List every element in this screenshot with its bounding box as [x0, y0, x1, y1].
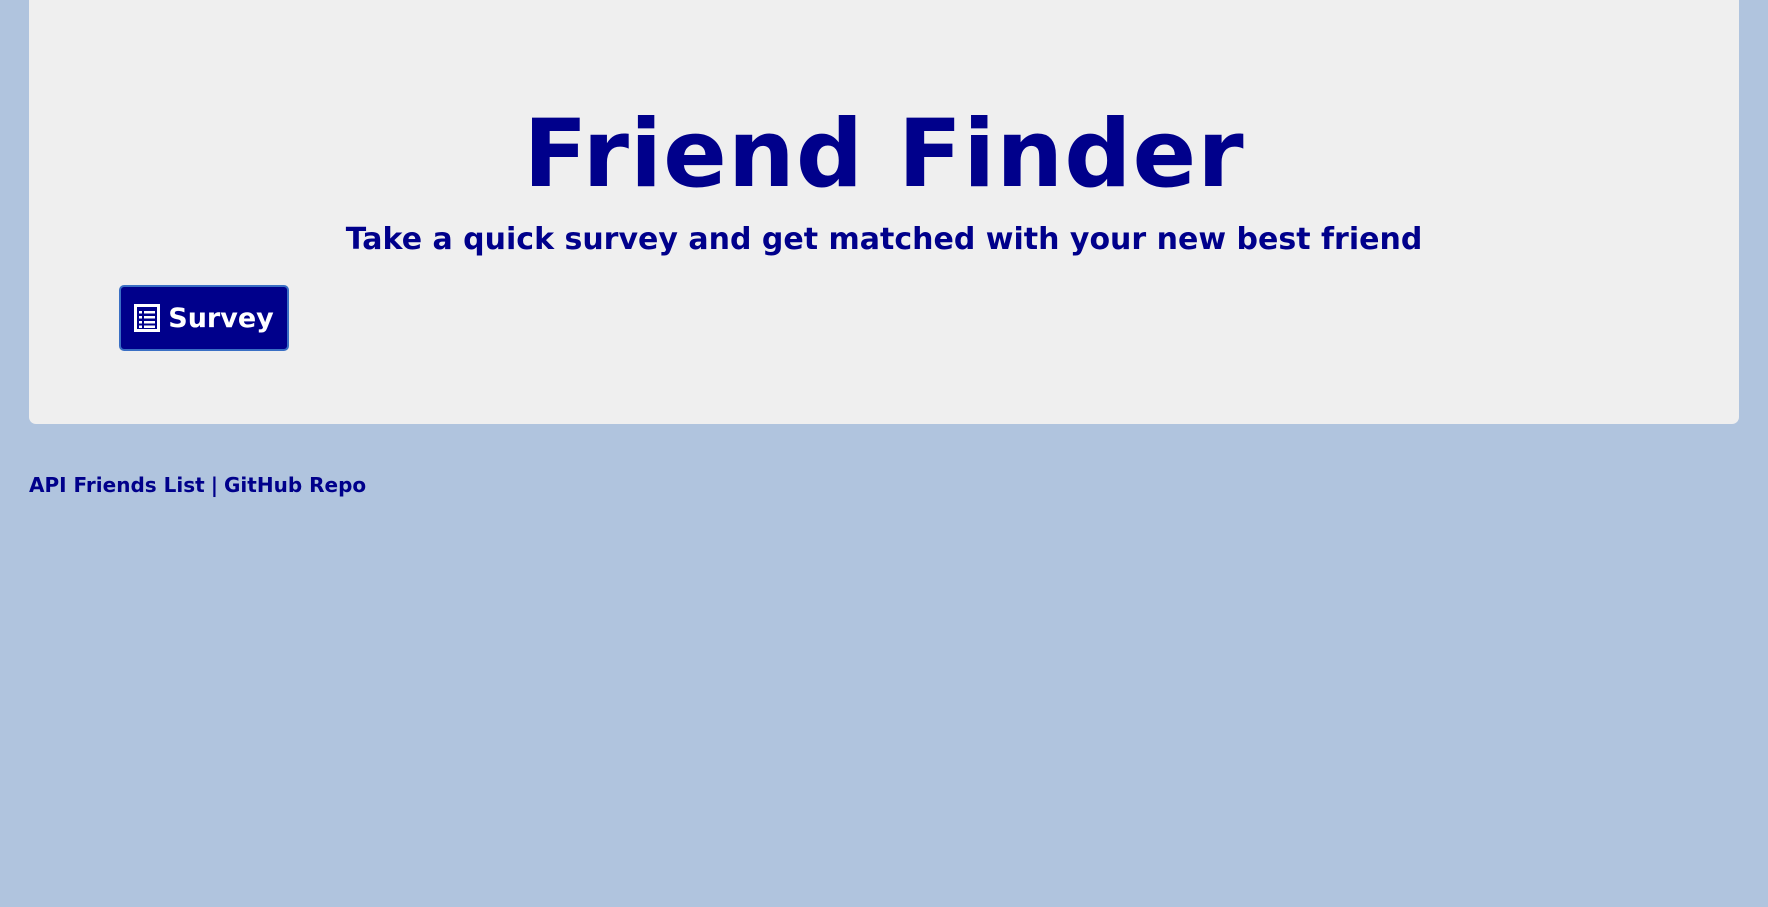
page-title: Friend Finder	[523, 100, 1245, 209]
footer: API Friends List | GitHub Repo	[29, 472, 366, 498]
survey-button-label: Survey	[168, 302, 274, 334]
jumbotron: Friend Finder Take a quick survey and ge…	[29, 0, 1739, 424]
list-alt-icon	[134, 304, 161, 332]
github-repo-link[interactable]: GitHub Repo	[224, 473, 366, 497]
api-friends-list-link[interactable]: API Friends List	[29, 473, 205, 497]
survey-button[interactable]: Survey	[119, 285, 289, 351]
page-subtitle: Take a quick survey and get matched with…	[345, 222, 1423, 257]
footer-separator: |	[210, 473, 219, 497]
